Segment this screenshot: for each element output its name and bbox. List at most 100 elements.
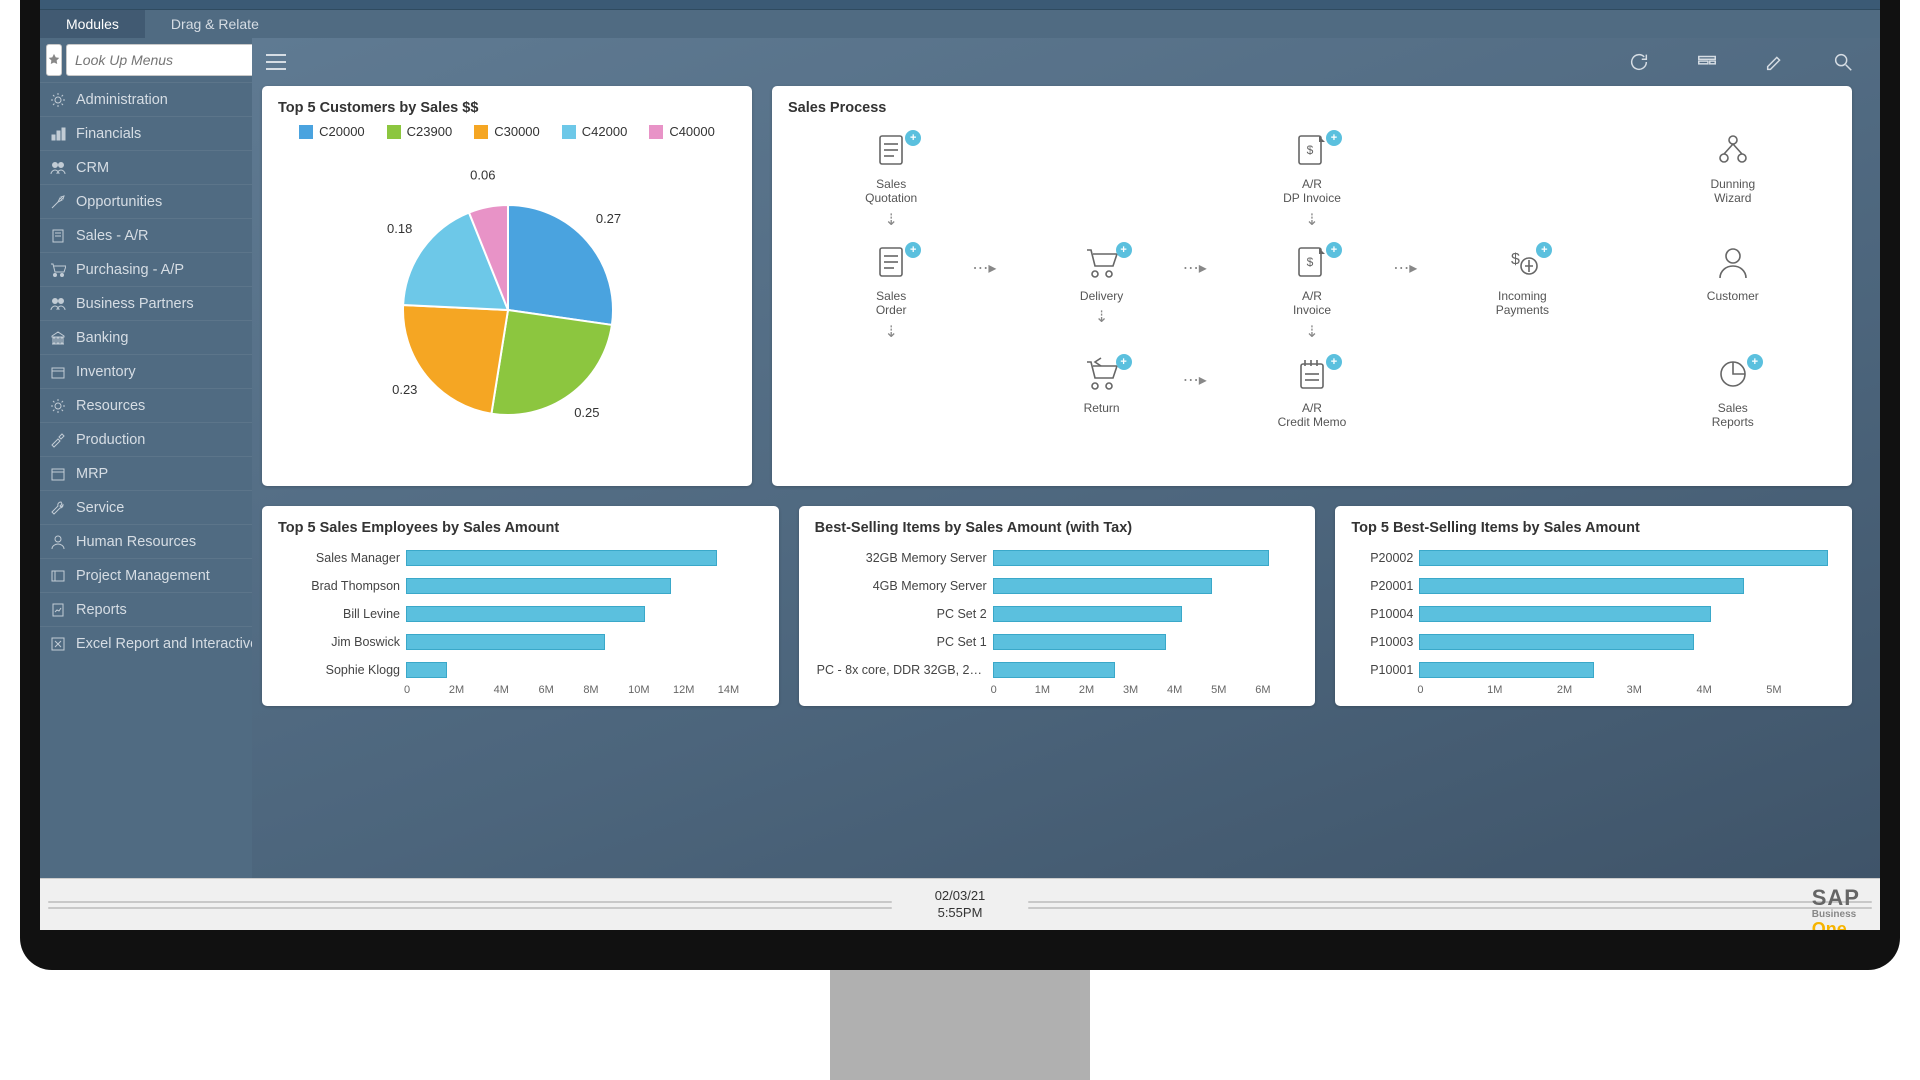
- sidebar-item-production[interactable]: Production: [40, 422, 252, 456]
- status-field-1[interactable]: [48, 901, 892, 903]
- flow-add-badge-icon[interactable]: +: [1326, 242, 1342, 258]
- module-list: AdministrationFinancialsCRM Opportunities…: [40, 82, 252, 660]
- hbar-row: Sophie Klogg: [280, 662, 763, 678]
- sidebar-item-financials[interactable]: Financials: [40, 116, 252, 150]
- wrench-icon: [50, 500, 66, 516]
- hbar-label: PC Set 2: [817, 607, 987, 621]
- status-field-3[interactable]: [1028, 901, 1872, 903]
- flow-add-badge-icon[interactable]: +: [1747, 354, 1763, 370]
- flow-node-sales-quotation[interactable]: +SalesQuotation⇣: [788, 128, 994, 236]
- sidebar-item-reports[interactable]: Reports: [40, 592, 252, 626]
- sidebar-item-business-partners[interactable]: Business Partners: [40, 286, 252, 320]
- calendar-icon: [50, 466, 66, 482]
- sidebar-item-excel-report-and-interactive-a[interactable]: Excel Report and Interactive A: [40, 626, 252, 660]
- tab-modules[interactable]: Modules: [40, 10, 145, 38]
- favorites-button[interactable]: [46, 44, 62, 76]
- sidebar-item-crm[interactable]: CRM: [40, 150, 252, 184]
- sidebar-item-label: Opportunities: [76, 194, 162, 210]
- flow-node-a-r-credit-memo[interactable]: ⋯▸+A/RCredit Memo: [1209, 352, 1415, 460]
- axis-tick: 3M: [1627, 684, 1697, 696]
- flow-spacer: [788, 352, 994, 460]
- card-top-customers: Top 5 Customers by Sales $$ C20000C23900…: [262, 86, 752, 486]
- flow-node-delivery[interactable]: ⋯▸+Delivery⇣: [998, 240, 1204, 348]
- status-field-2[interactable]: [48, 907, 892, 909]
- sidebar-item-opportunities[interactable]: Opportunities: [40, 184, 252, 218]
- status-field-4[interactable]: [1028, 907, 1872, 909]
- card-top-items-code: Top 5 Best-Selling Items by Sales Amount…: [1335, 506, 1852, 706]
- flow-node-label: Return: [1084, 401, 1120, 415]
- axis-tick: 1M: [1487, 684, 1557, 696]
- pie-label: 0.18: [387, 221, 412, 236]
- sidebar-item-sales-a-r[interactable]: Sales - A/R: [40, 218, 252, 252]
- axis-tick: 3M: [1123, 684, 1167, 696]
- axis-tick: 12M: [673, 684, 718, 696]
- axis-tick: 0: [991, 684, 1035, 696]
- hbar-row: P10001: [1353, 662, 1836, 678]
- flow-spacer: [1419, 352, 1625, 460]
- hbar-row: PC Set 2: [817, 606, 1300, 622]
- card-best-items: Best-Selling Items by Sales Amount (with…: [799, 506, 1316, 706]
- sidebar-item-banking[interactable]: Banking: [40, 320, 252, 354]
- flow-node-label: DunningWizard: [1710, 177, 1755, 206]
- sidebar-item-project-management[interactable]: Project Management: [40, 558, 252, 592]
- sidebar-item-purchasing-a-p[interactable]: Purchasing - A/P: [40, 252, 252, 286]
- flow-node-customer[interactable]: Customer: [1630, 240, 1836, 348]
- card-sales-process: Sales Process +SalesQuotation⇣$+A/RDP In…: [772, 86, 1852, 486]
- hbar-fill: [1419, 578, 1744, 594]
- flow-add-badge-icon[interactable]: +: [1326, 130, 1342, 146]
- flow-node-return[interactable]: + Return: [998, 352, 1204, 460]
- refresh-icon[interactable]: [1628, 51, 1650, 73]
- status-bar: 02/03/21 5:55PM SAPBusinessOne: [40, 878, 1880, 930]
- axis-tick: 4M: [1696, 684, 1766, 696]
- edit-icon[interactable]: [1764, 51, 1786, 73]
- hbar-fill: [993, 606, 1182, 622]
- hbar-label: P20001: [1353, 579, 1413, 593]
- flow-node-sales-order[interactable]: +SalesOrder⇣: [788, 240, 994, 348]
- flow-spacer: [1419, 128, 1625, 236]
- flow-add-badge-icon[interactable]: +: [1116, 242, 1132, 258]
- flow-node-a-r-dp-invoice[interactable]: $+A/RDP Invoice⇣: [1209, 128, 1415, 236]
- flow-node-incoming-payments[interactable]: ⋯▸$+IncomingPayments: [1419, 240, 1625, 348]
- flow-add-badge-icon[interactable]: +: [1116, 354, 1132, 370]
- sidebar-item-human-resources[interactable]: Human Resources: [40, 524, 252, 558]
- legend-item: C23900: [387, 124, 453, 139]
- sidebar-item-resources[interactable]: Resources: [40, 388, 252, 422]
- flow-add-badge-icon[interactable]: +: [905, 242, 921, 258]
- flow-node-label: Customer: [1707, 289, 1759, 303]
- axis-tick: 0: [404, 684, 449, 696]
- flow-add-badge-icon[interactable]: +: [905, 130, 921, 146]
- pie-legend: C20000C23900C30000C42000C40000: [278, 124, 736, 139]
- axis-tick: 2M: [449, 684, 494, 696]
- hbar-fill: [993, 550, 1269, 566]
- sidebar-item-service[interactable]: Service: [40, 490, 252, 524]
- hbar-label: P20002: [1353, 551, 1413, 565]
- search-input[interactable]: [75, 52, 257, 68]
- hamburger-button[interactable]: [262, 47, 292, 77]
- flow-node-sales-reports[interactable]: +SalesReports: [1630, 352, 1836, 460]
- flow-node-a-r-invoice[interactable]: ⋯▸$+A/RInvoice⇣: [1209, 240, 1415, 348]
- excel-icon: [50, 636, 66, 652]
- flow-add-badge-icon[interactable]: +: [1536, 242, 1552, 258]
- hbar-label: Jim Boswick: [280, 635, 400, 649]
- layout-icon[interactable]: [1696, 51, 1718, 73]
- hbar-fill: [406, 550, 717, 566]
- flow-add-badge-icon[interactable]: +: [1326, 354, 1342, 370]
- flow-node-label: A/RDP Invoice: [1283, 177, 1341, 206]
- flow-node-label: A/RCredit Memo: [1278, 401, 1347, 430]
- pie-slice: [491, 310, 612, 415]
- pie-label: 0.06: [470, 167, 495, 182]
- hbar-fill: [993, 578, 1213, 594]
- workspace: Top 5 Customers by Sales $$ C20000C23900…: [252, 38, 1880, 878]
- flow-node-dunning-wizard[interactable]: DunningWizard: [1630, 128, 1836, 236]
- search-icon[interactable]: [1832, 51, 1854, 73]
- target-icon: [50, 194, 66, 210]
- sidebar-item-mrp[interactable]: MRP: [40, 456, 252, 490]
- sidebar-item-inventory[interactable]: Inventory: [40, 354, 252, 388]
- sidebar-item-administration[interactable]: Administration: [40, 82, 252, 116]
- hbar-label: P10003: [1353, 635, 1413, 649]
- tab-drag-relate[interactable]: Drag & Relate: [145, 10, 285, 38]
- legend-item: C20000: [299, 124, 365, 139]
- sap-logo: SAPBusinessOne: [1812, 885, 1860, 940]
- gear-icon: [50, 398, 66, 414]
- people-icon: [50, 296, 66, 312]
